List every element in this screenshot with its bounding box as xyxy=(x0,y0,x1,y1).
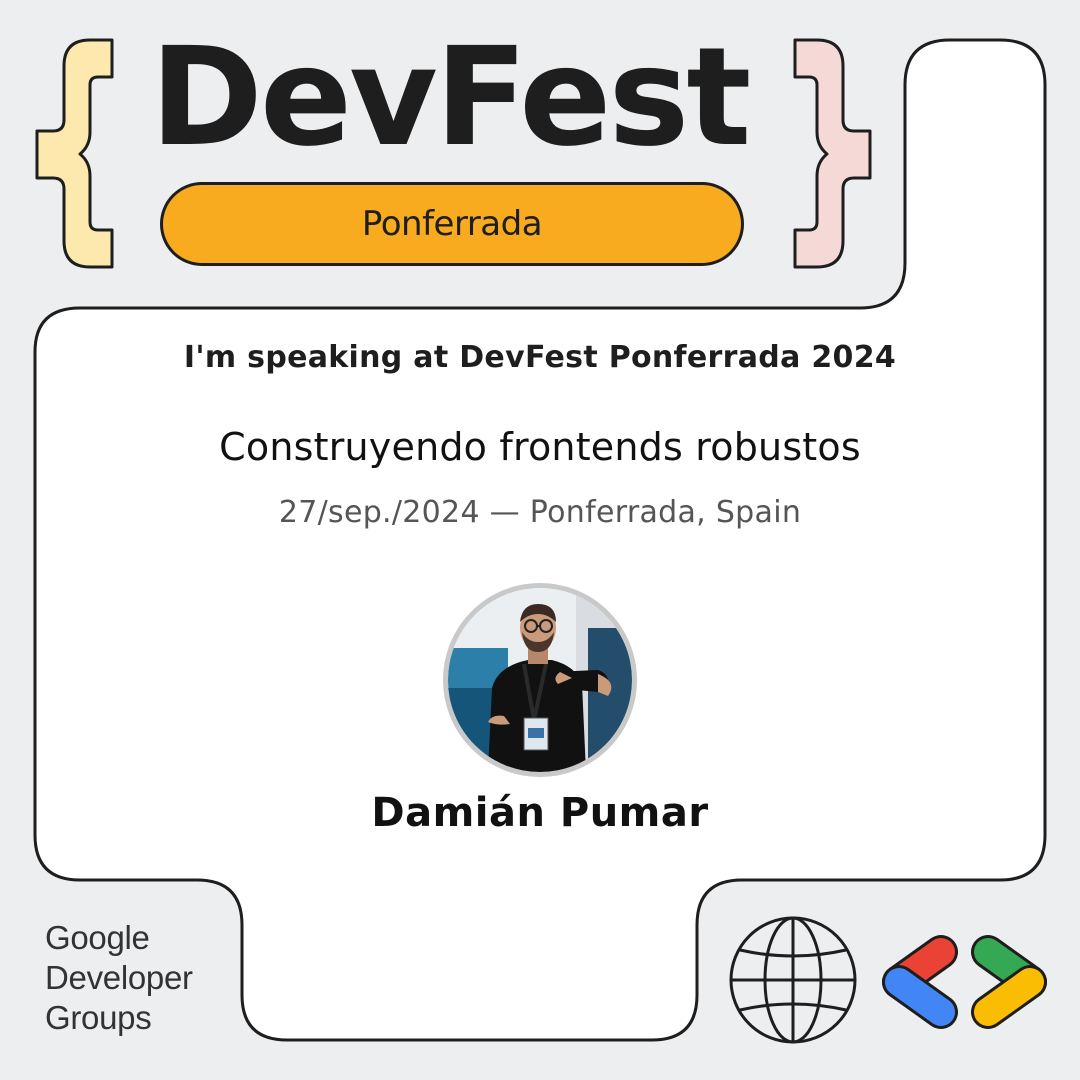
talk-title: Construyendo frontends robustos xyxy=(219,425,861,469)
gdg-line-1: Google xyxy=(45,919,150,956)
speaker-photo xyxy=(448,588,632,772)
speaker-avatar xyxy=(443,583,637,777)
gdg-brackets-logo xyxy=(882,935,1047,1029)
left-brace-icon xyxy=(35,38,114,269)
gdg-line-3: Groups xyxy=(45,999,152,1036)
date-location: 27/sep./2024 — Ponferrada, Spain xyxy=(278,495,802,530)
speaker-name: Damián Pumar xyxy=(371,790,709,836)
devfest-speaker-card: DevFest Ponferrada I'm speaking at DevFe… xyxy=(0,0,1080,1080)
city-label: Ponferrada xyxy=(361,204,543,244)
globe-icon xyxy=(729,916,857,1044)
speaking-tagline: I'm speaking at DevFest Ponferrada 2024 xyxy=(183,340,897,375)
city-badge: Ponferrada xyxy=(160,182,744,266)
event-title: DevFest xyxy=(150,19,751,177)
right-brace-icon xyxy=(793,38,872,269)
gdg-line-2: Developer xyxy=(45,959,193,996)
google-developer-groups-wordmark: Google Developer Groups xyxy=(45,918,245,1038)
